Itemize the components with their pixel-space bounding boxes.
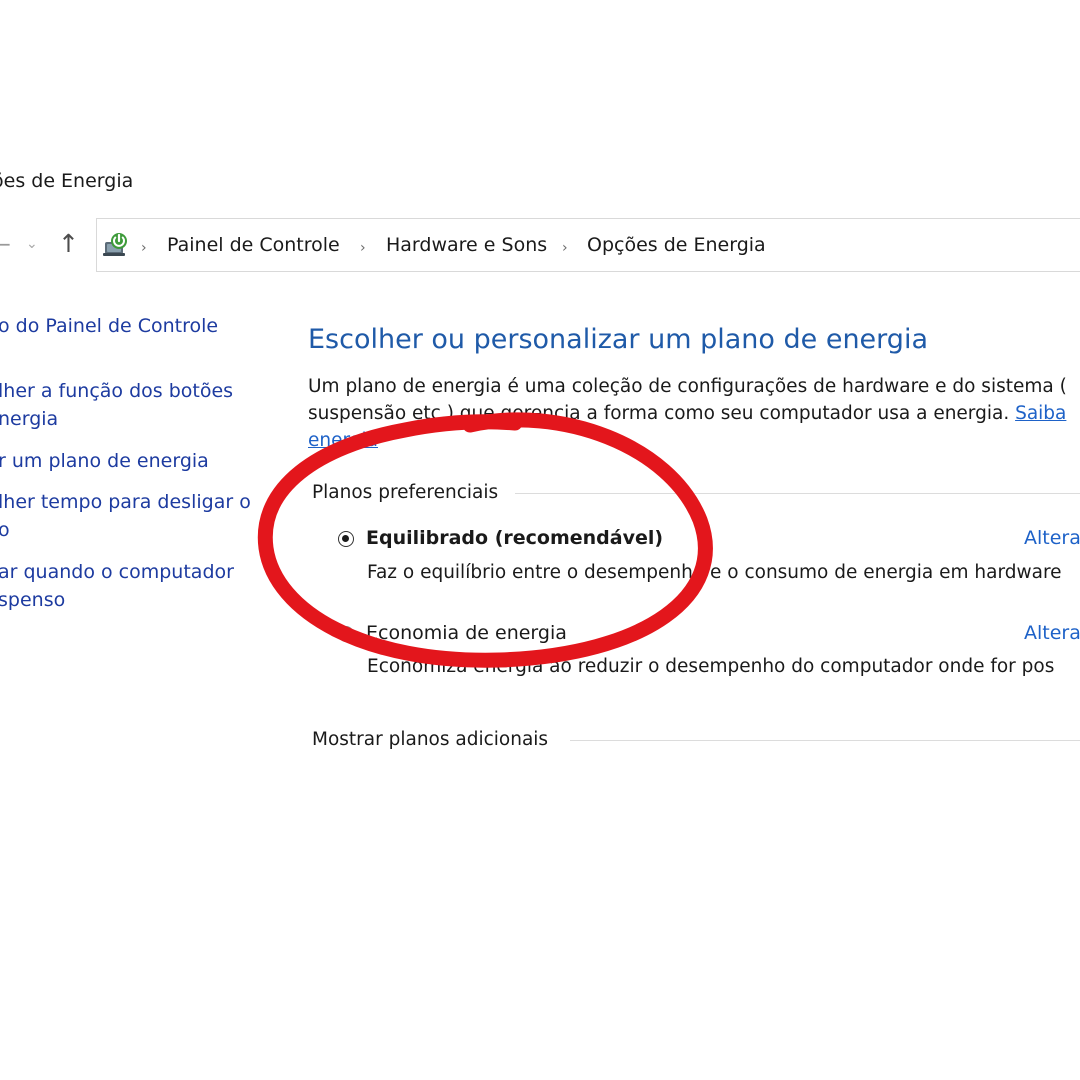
sidebar-item-label: r um plano de energia	[0, 450, 209, 472]
breadcrumb-separator-icon: ›	[360, 240, 366, 256]
change-plan-power-saver-link[interactable]: Altera	[1024, 622, 1080, 644]
breadcrumb-separator-icon: ›	[562, 240, 568, 256]
back-arrow-icon[interactable]: ←	[0, 232, 11, 256]
description-line-1: Um plano de energia é uma coleção de con…	[308, 376, 1067, 397]
learn-more-link[interactable]: Saiba	[1015, 403, 1066, 424]
sidebar-item-label: lher a função dos botões	[0, 380, 234, 402]
sidebar-item-power-buttons[interactable]: lher a função dos botões nergia	[0, 377, 233, 433]
sidebar-item-label: o	[0, 519, 10, 541]
breadcrumb-item-power-options[interactable]: Opções de Energia	[587, 234, 766, 256]
plan-balanced-radio[interactable]	[338, 531, 354, 547]
group-divider	[515, 493, 1080, 494]
page-title: Escolher ou personalizar um plano de ene…	[308, 324, 928, 355]
sidebar-item-label: nergia	[0, 408, 59, 430]
plan-power-saver-radio[interactable]	[338, 626, 354, 642]
sidebar-item-label: o do Painel de Controle	[0, 315, 219, 337]
power-options-icon	[103, 233, 127, 256]
window-title: ões de Energia	[0, 170, 134, 192]
preferred-plans-label: Planos preferenciais	[312, 482, 499, 503]
change-plan-balanced-link[interactable]: Altera	[1024, 527, 1080, 549]
learn-more-link-continued[interactable]: energia	[308, 430, 378, 451]
sidebar-item-label: spenso	[0, 589, 66, 611]
plan-balanced-description: Faz o equilíbrio entre o desempenho e o …	[367, 562, 1062, 583]
power-options-window: ões de Energia ← ⌄ ↑ › Painel de Control…	[0, 0, 1080, 1080]
plan-balanced-name[interactable]: Equilibrado (recomendável)	[366, 527, 663, 549]
breadcrumb-separator-icon: ›	[141, 240, 147, 256]
sidebar-item-label: ar quando o computador	[0, 561, 234, 583]
description-line-3: energia	[308, 430, 378, 451]
sidebar-item-sleep[interactable]: ar quando o computador spenso	[0, 558, 234, 614]
description-line-2: suspensão etc.) que gerencia a forma com…	[308, 403, 1066, 424]
sidebar-item-display-off[interactable]: lher tempo para desligar o o	[0, 488, 251, 544]
up-arrow-icon[interactable]: ↑	[58, 229, 79, 258]
description-text: suspensão etc.) que gerencia a forma com…	[308, 403, 1016, 424]
plan-power-saver-description: Economiza energia ao reduzir o desempenh…	[367, 656, 1055, 677]
chevron-down-icon[interactable]: ⌄	[26, 236, 38, 252]
breadcrumb-item-control-panel[interactable]: Painel de Controle	[167, 234, 340, 256]
sidebar-item-create-plan[interactable]: r um plano de energia	[0, 447, 209, 475]
sidebar-item-control-panel-home[interactable]: o do Painel de Controle	[0, 312, 218, 340]
group-divider	[570, 740, 1080, 741]
breadcrumb-item-hardware[interactable]: Hardware e Sons	[386, 234, 547, 256]
additional-plans-expander[interactable]: Mostrar planos adicionais	[312, 729, 548, 750]
plan-power-saver-name[interactable]: Economia de energia	[366, 622, 567, 644]
sidebar-item-label: lher tempo para desligar o	[0, 491, 251, 513]
